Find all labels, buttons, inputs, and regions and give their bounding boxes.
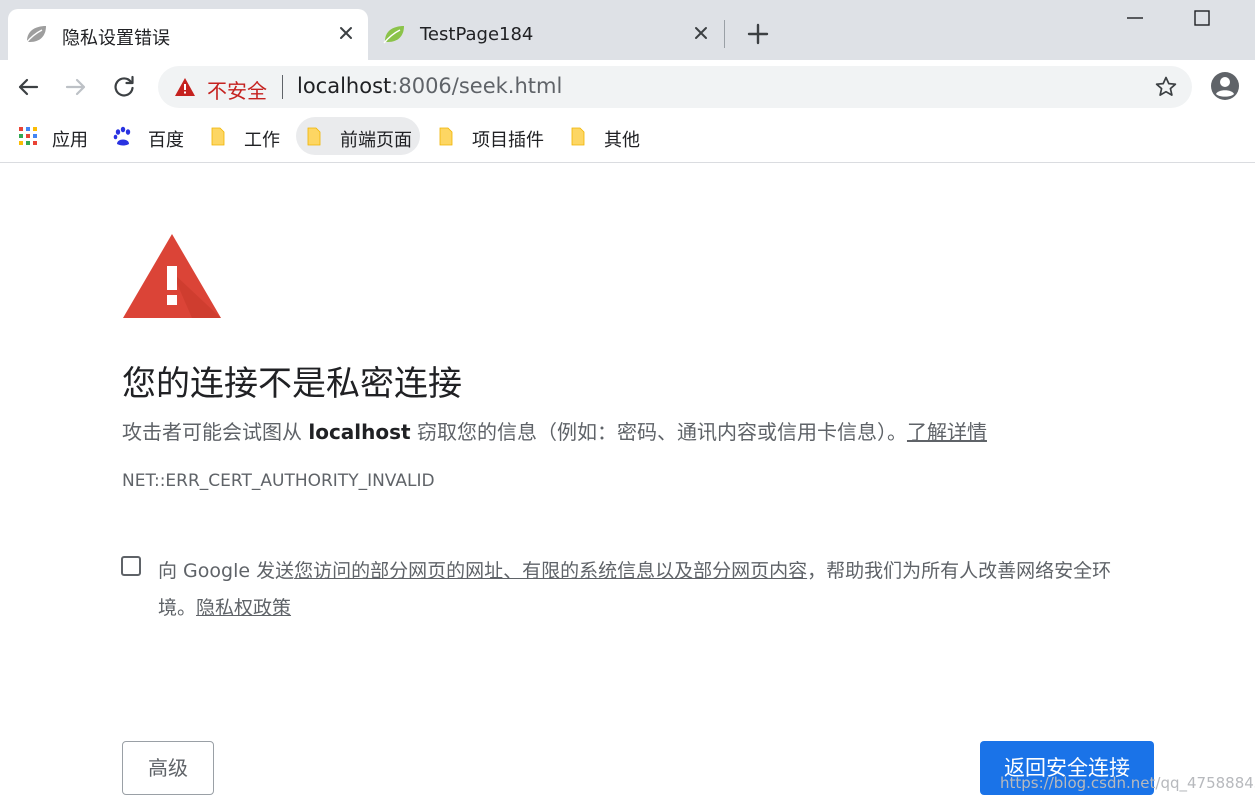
tab-testpage[interactable]: TestPage184 <box>368 9 723 60</box>
reload-icon[interactable] <box>109 72 139 102</box>
bookmark-folder-work[interactable]: 工作 <box>200 117 288 155</box>
apps-grid-icon <box>19 127 37 145</box>
bookmark-star-icon[interactable] <box>1154 75 1178 99</box>
bookmark-label: 百度 <box>148 130 184 151</box>
bookmark-folder-frontend[interactable]: 前端页面 <box>296 117 420 155</box>
minimize-icon[interactable] <box>1124 8 1146 28</box>
tab-privacy-error[interactable]: 隐私设置错误 <box>8 9 368 60</box>
back-arrow-icon[interactable] <box>13 72 43 102</box>
close-icon[interactable] <box>691 23 711 43</box>
baidu-paw-icon <box>113 126 131 146</box>
omnibox-divider <box>282 75 283 99</box>
url-text[interactable]: localhost:8006/seek.html <box>297 74 562 98</box>
tab-strip: 隐私设置错误 TestPage184 <box>0 0 1255 60</box>
warning-triangle-icon[interactable] <box>174 77 196 97</box>
error-code: NET::ERR_CERT_AUTHORITY_INVALID <box>122 471 435 491</box>
security-status-label[interactable]: 不安全 <box>207 75 267 104</box>
leaf-green-icon <box>383 26 404 44</box>
bookmark-folder-plugins[interactable]: 项目插件 <box>428 117 552 155</box>
url-host: localhost <box>297 74 392 98</box>
folder-icon <box>307 127 321 146</box>
privacy-policy-link[interactable]: 隐私权政策 <box>196 597 291 619</box>
tab-title: 隐私设置错误 <box>62 28 170 49</box>
send-report-checkbox[interactable] <box>121 556 141 576</box>
tab-separator <box>724 20 725 48</box>
danger-triangle-icon <box>123 234 221 318</box>
bookmark-apps[interactable]: 应用 <box>10 117 96 155</box>
explanation-text: 攻击者可能会试图从 localhost 窃取您的信息（例如：密码、通讯内容或信用… <box>122 416 987 445</box>
browser-toolbar: 不安全 localhost:8006/seek.html <box>0 60 1255 114</box>
folder-icon <box>571 127 585 146</box>
new-tab-plus-icon[interactable] <box>744 20 772 48</box>
explain-suffix: 窃取您的信息（例如：密码、通讯内容或信用卡信息）。 <box>416 420 907 444</box>
explain-host: localhost <box>308 420 411 444</box>
learn-more-link[interactable]: 了解详情 <box>907 420 987 444</box>
bookmark-label: 工作 <box>244 130 280 151</box>
address-bar[interactable]: 不安全 localhost:8006/seek.html <box>158 66 1192 108</box>
account-avatar-icon[interactable] <box>1209 70 1241 102</box>
bookmark-label: 项目插件 <box>472 130 544 151</box>
watermark-url: https://blog.csdn.net/qq_47588845 <box>1000 774 1255 792</box>
bookmark-baidu[interactable]: 百度 <box>104 117 192 155</box>
consent-prefix: 向 Google 发送 <box>158 560 295 582</box>
bookmark-folder-other[interactable]: 其他 <box>560 117 648 155</box>
consent-details-link[interactable]: 您访问的部分网页的网址、有限的系统信息以及部分网页内容 <box>294 560 807 582</box>
advanced-button[interactable]: 高级 <box>122 741 214 795</box>
bookmarks-bar: 应用 百度 工作 前端页面 项目插件 其他 <box>0 114 1255 163</box>
bookmark-label: 应用 <box>52 130 88 151</box>
folder-icon <box>439 127 453 146</box>
url-path: :8006/seek.html <box>391 74 563 98</box>
forward-arrow-icon[interactable] <box>61 72 91 102</box>
bookmark-label: 前端页面 <box>340 130 412 151</box>
bookmark-label: 其他 <box>604 130 640 151</box>
tab-title: TestPage184 <box>420 24 534 45</box>
maximize-icon[interactable] <box>1190 4 1214 28</box>
folder-icon <box>211 127 225 146</box>
explain-prefix: 攻击者可能会试图从 <box>122 420 302 444</box>
consent-text: 向 Google 发送您访问的部分网页的网址、有限的系统信息以及部分网页内容，帮… <box>158 553 1148 627</box>
page-heading: 您的连接不是私密连接 <box>122 364 462 404</box>
close-icon[interactable] <box>336 23 356 43</box>
leaf-grey-icon <box>25 26 46 44</box>
